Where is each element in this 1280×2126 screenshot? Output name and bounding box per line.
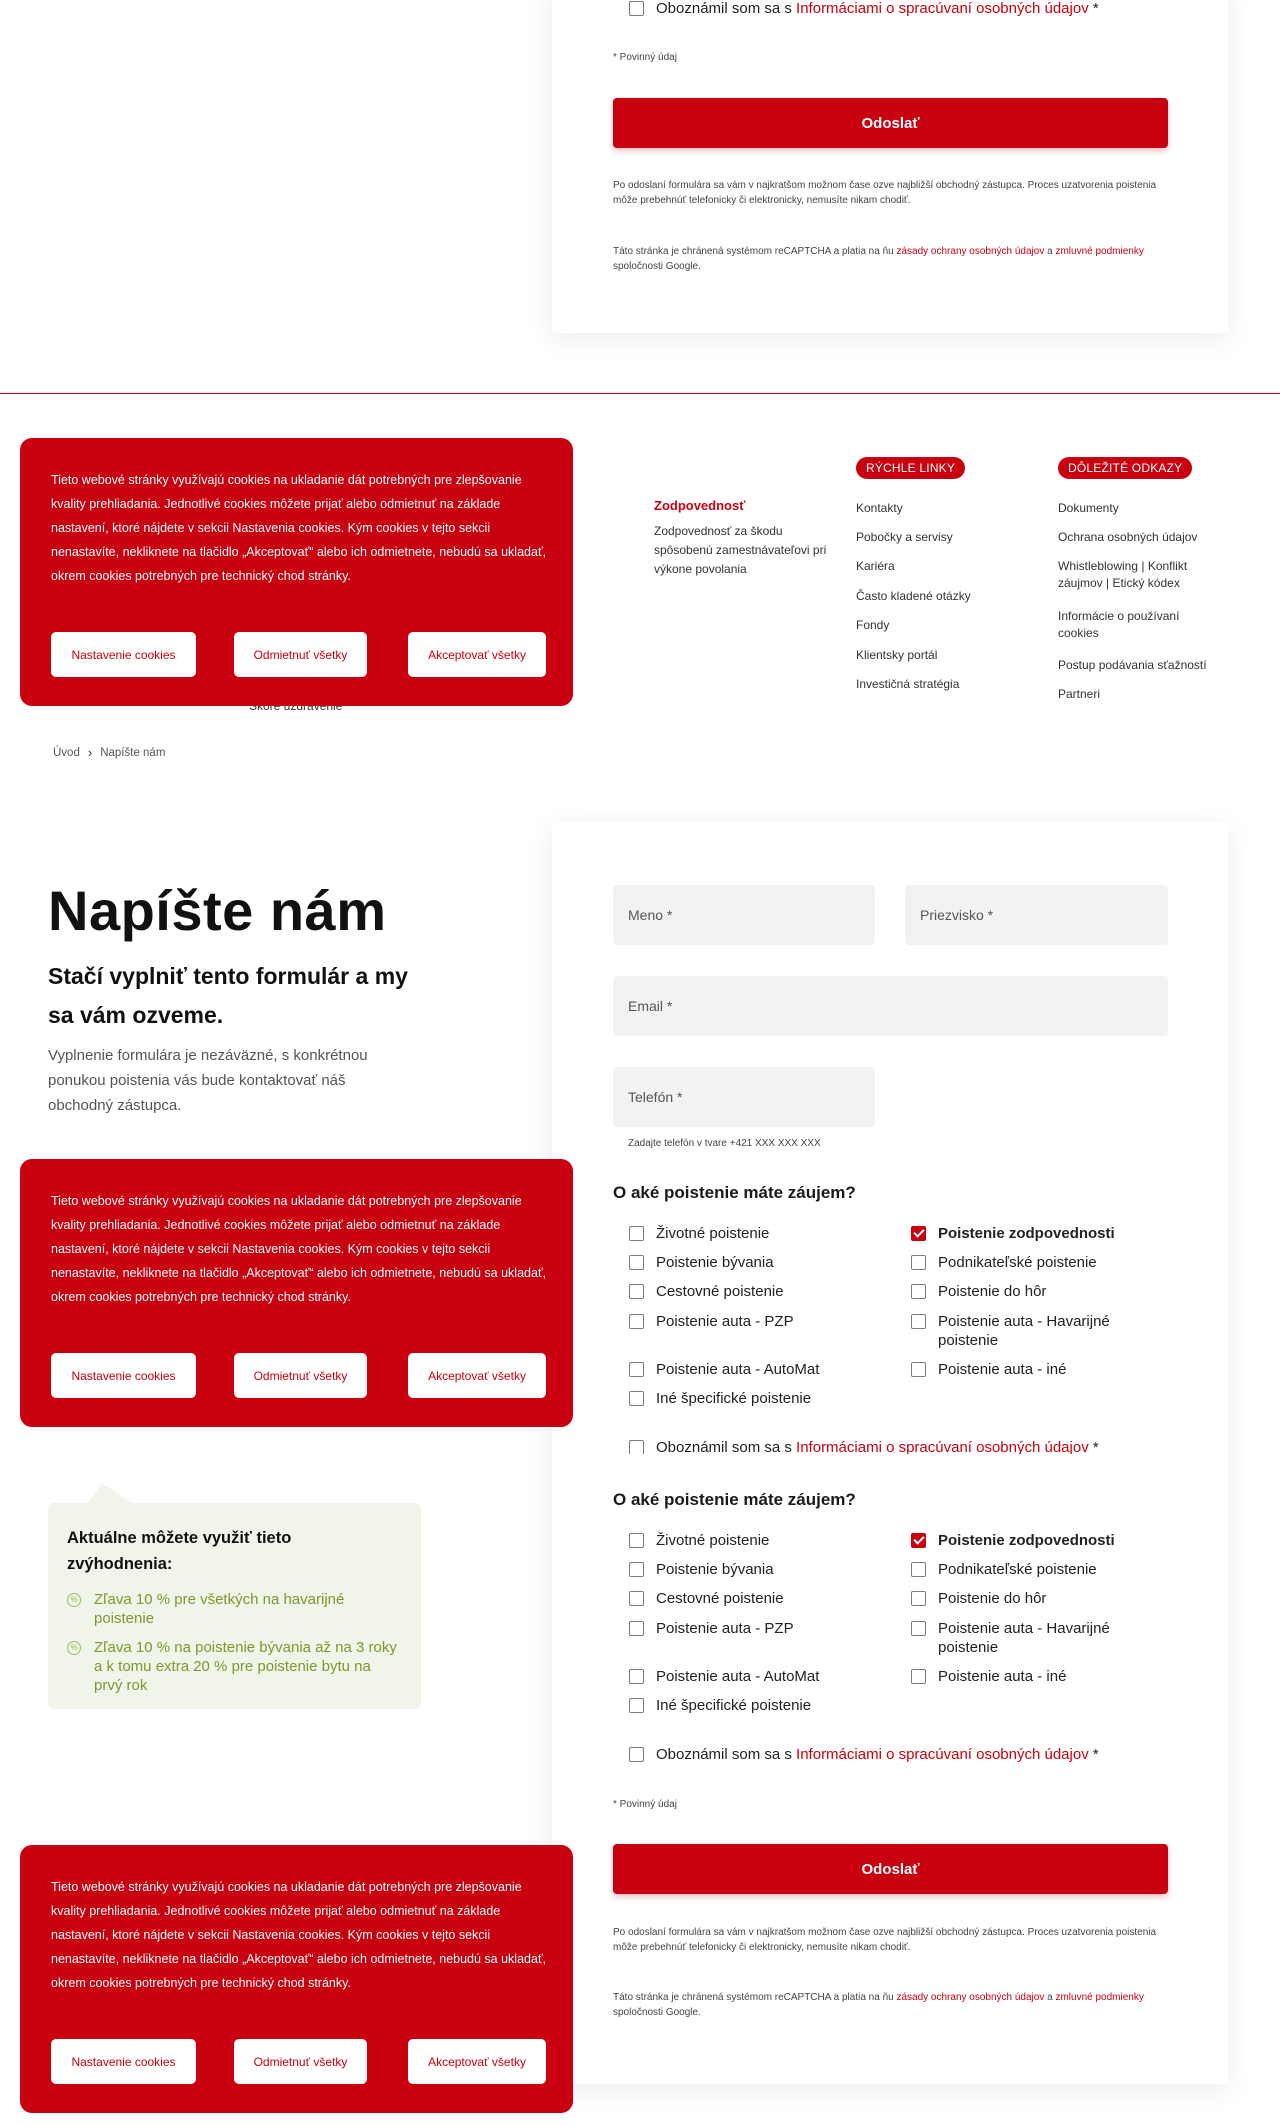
promo-perk: % Zľava 10 % pre všetkých na havarijné po… bbox=[67, 1590, 397, 1628]
insurance-question: O aké poistenie máte záujem? bbox=[613, 1490, 856, 1509]
after-submit-note: Po odoslaní formulára sa vám v najkratšo… bbox=[613, 180, 1157, 206]
breadcrumb-current: Napíšte nám bbox=[100, 746, 166, 759]
recaptcha-note: Táto stránka je chránená systémom reCAPT… bbox=[613, 1992, 1144, 2018]
important-links-title: DÔLEŽITÉ ODKAZY bbox=[1058, 457, 1193, 479]
page-title: Napíšte nám bbox=[48, 879, 387, 942]
cookie-accept-button[interactable]: Akceptovať všetky bbox=[408, 1353, 546, 1398]
consent-link[interactable]: Informáciami o spracúvaní osobných údajo… bbox=[796, 0, 1089, 17]
insurance-option-checked[interactable]: Poistenie zodpovednosti bbox=[911, 1224, 1115, 1243]
submit-button[interactable]: Odoslať bbox=[613, 1844, 1168, 1894]
quick-link-item[interactable]: Kontakty bbox=[856, 500, 903, 517]
phone-hint: Zadajte telefón v tvare +421 XXX XXX XXX bbox=[628, 1138, 821, 1149]
last-name-input[interactable]: Priezvisko * bbox=[905, 885, 1168, 945]
cookie-reject-button[interactable]: Odmietnuť všetky bbox=[234, 2039, 367, 2084]
footer-divider bbox=[0, 393, 1280, 394]
chevron-right-icon: › bbox=[87, 745, 93, 760]
phone-input[interactable]: Telefón * bbox=[613, 1067, 875, 1127]
percent-icon: % bbox=[67, 1641, 81, 1655]
page-description: Vyplnenie formulára je nezáväzné, s konk… bbox=[48, 1047, 368, 1114]
important-link-item[interactable]: Postup podávania sťažností bbox=[1058, 657, 1207, 674]
insurance-option[interactable]: Poistenie do hôr bbox=[911, 1589, 1046, 1608]
important-link-item[interactable]: Whistleblowing | Konflikt záujmov | Etic… bbox=[1058, 558, 1208, 592]
promo-box: Aktuálne môžete využiť tieto zvýhodnenia… bbox=[48, 1483, 421, 1709]
important-link-item[interactable]: Ochrana osobných údajov bbox=[1058, 529, 1197, 546]
checkbox-box[interactable] bbox=[629, 1747, 644, 1762]
cookie-text: Tieto webové stránky využívajú cookies n… bbox=[51, 1194, 547, 1304]
percent-icon: % bbox=[67, 1593, 81, 1607]
insurance-option[interactable]: Poistenie auta - AutoMat bbox=[629, 1667, 819, 1686]
cookie-text: Tieto webové stránky využívajú cookies n… bbox=[51, 473, 547, 583]
important-link-item[interactable]: Partneri bbox=[1058, 686, 1100, 703]
insurance-option[interactable]: Poistenie auta - PZP bbox=[629, 1619, 794, 1638]
privacy-policy-link[interactable]: zásady ochrany osobných údajov bbox=[896, 246, 1044, 257]
page-subtitle: Stačí vyplniť tento formulár a my sa vám… bbox=[48, 963, 408, 1028]
consent-checkbox-ghost[interactable]: Oboznámil som sa s Informáciami o spracú… bbox=[629, 1438, 1099, 1454]
insurance-question: O aké poistenie máte záujem? bbox=[613, 1183, 856, 1202]
consent-text: Oboznámil som sa s Informáciami o spracú… bbox=[656, 0, 1099, 17]
cookie-banner: Tieto webové stránky využívajú cookies n… bbox=[20, 438, 573, 706]
important-link-item[interactable]: Dokumenty bbox=[1058, 500, 1119, 517]
insurance-option[interactable]: Životné poistenie bbox=[629, 1531, 769, 1550]
top-submit-button[interactable]: Odoslať bbox=[613, 98, 1168, 148]
cookie-settings-button[interactable]: Nastavenie cookies bbox=[51, 632, 196, 677]
important-link-item[interactable]: Informácie o používaní cookies bbox=[1058, 608, 1208, 642]
quick-link-item[interactable]: Fondy bbox=[856, 617, 889, 634]
cookie-settings-button[interactable]: Nastavenie cookies bbox=[51, 1353, 196, 1398]
quick-link-item[interactable]: Často kladené otázky bbox=[856, 588, 971, 605]
insurance-option[interactable]: Poistenie do hôr bbox=[911, 1282, 1046, 1301]
consent-text: Oboznámil som sa s Informáciami o spracú… bbox=[656, 1746, 1099, 1763]
insurance-option[interactable]: Poistenie bývania bbox=[629, 1253, 774, 1272]
quick-link-item[interactable]: Pobočky a servisy bbox=[856, 529, 953, 546]
insurance-option[interactable]: Iné špecifické poistenie bbox=[629, 1696, 811, 1715]
promo-perk: % Zľava 10 % na poistenie bývania až na 3… bbox=[67, 1638, 397, 1695]
quick-links-title: RÝCHLE LINKY bbox=[856, 457, 966, 479]
cookie-reject-button[interactable]: Odmietnuť všetky bbox=[234, 1353, 367, 1398]
email-input[interactable]: Email * bbox=[613, 976, 1168, 1036]
insurance-option[interactable]: Cestovné poistenie bbox=[629, 1589, 784, 1608]
privacy-policy-link[interactable]: zásady ochrany osobných údajov bbox=[896, 1992, 1044, 2003]
insurance-option[interactable]: Iné špecifické poistenie bbox=[629, 1389, 811, 1408]
required-note: * Povinný údaj bbox=[613, 1799, 677, 1810]
insurance-option[interactable]: Podnikateľské poistenie bbox=[911, 1253, 1097, 1272]
insurance-option-checked[interactable]: Poistenie zodpovednosti bbox=[911, 1531, 1115, 1550]
insurance-option[interactable]: Podnikateľské poistenie bbox=[911, 1560, 1097, 1579]
cookie-accept-button[interactable]: Akceptovať všetky bbox=[408, 2039, 546, 2084]
quick-link-item[interactable]: Klientsky portál bbox=[856, 647, 937, 664]
after-submit-note: Po odoslaní formulára sa vám v najkratšo… bbox=[613, 1927, 1157, 1953]
required-note: * Povinný údaj bbox=[613, 52, 677, 63]
insurance-option[interactable]: Poistenie auta - PZP bbox=[629, 1312, 794, 1331]
insurance-option[interactable]: Poistenie auta - Havarijné poistenie bbox=[911, 1312, 1131, 1350]
quick-link-item[interactable]: Kariéra bbox=[856, 558, 895, 575]
insurance-option[interactable]: Životné poistenie bbox=[629, 1224, 769, 1243]
quick-link-item[interactable]: Investičná stratégia bbox=[856, 676, 959, 693]
consent-link[interactable]: Informáciami o spracúvaní osobných údajo… bbox=[796, 1746, 1089, 1763]
first-name-input[interactable]: Meno * bbox=[613, 885, 875, 945]
insurance-option[interactable]: Poistenie auta - AutoMat bbox=[629, 1360, 819, 1379]
breadcrumb-home[interactable]: Úvod bbox=[53, 747, 80, 759]
promo-title: Aktuálne môžete využiť tieto zvýhodnenia… bbox=[67, 1529, 292, 1573]
terms-link[interactable]: zmluvné podmienky bbox=[1055, 1992, 1143, 2003]
cookie-banner: Tieto webové stránky využívajú cookies n… bbox=[20, 1159, 573, 1427]
recaptcha-note: Táto stránka je chránená systémom reCAPT… bbox=[613, 246, 1144, 272]
breadcrumb: Úvod › Napíšte nám bbox=[53, 745, 165, 760]
insurance-option[interactable]: Poistenie auta - iné bbox=[911, 1360, 1066, 1379]
cookie-banner: Tieto webové stránky využívajú cookies n… bbox=[20, 1845, 573, 2113]
cookie-accept-button[interactable]: Akceptovať všetky bbox=[408, 632, 546, 677]
insurance-option[interactable]: Poistenie auta - Havarijné poistenie bbox=[911, 1619, 1131, 1657]
checkbox-box[interactable] bbox=[629, 1, 644, 16]
cookie-text: Tieto webové stránky využívajú cookies n… bbox=[51, 1880, 547, 1990]
cookie-settings-button[interactable]: Nastavenie cookies bbox=[51, 2039, 196, 2084]
footer-liability-text: Zodpovednosť za škodu spôsobenú zamestná… bbox=[654, 524, 827, 576]
cookie-reject-button[interactable]: Odmietnuť všetky bbox=[234, 632, 367, 677]
consent-checkbox[interactable]: Oboznámil som sa s Informáciami o spracú… bbox=[629, 1745, 1099, 1764]
footer-liability-title[interactable]: Zodpovednosť bbox=[654, 498, 745, 513]
insurance-option[interactable]: Cestovné poistenie bbox=[629, 1282, 784, 1301]
insurance-option[interactable]: Poistenie bývania bbox=[629, 1560, 774, 1579]
insurance-option[interactable]: Poistenie auta - iné bbox=[911, 1667, 1066, 1686]
top-consent-checkbox[interactable]: Oboznámil som sa s Informáciami o spracú… bbox=[629, 0, 1099, 18]
terms-link[interactable]: zmluvné podmienky bbox=[1055, 246, 1143, 257]
